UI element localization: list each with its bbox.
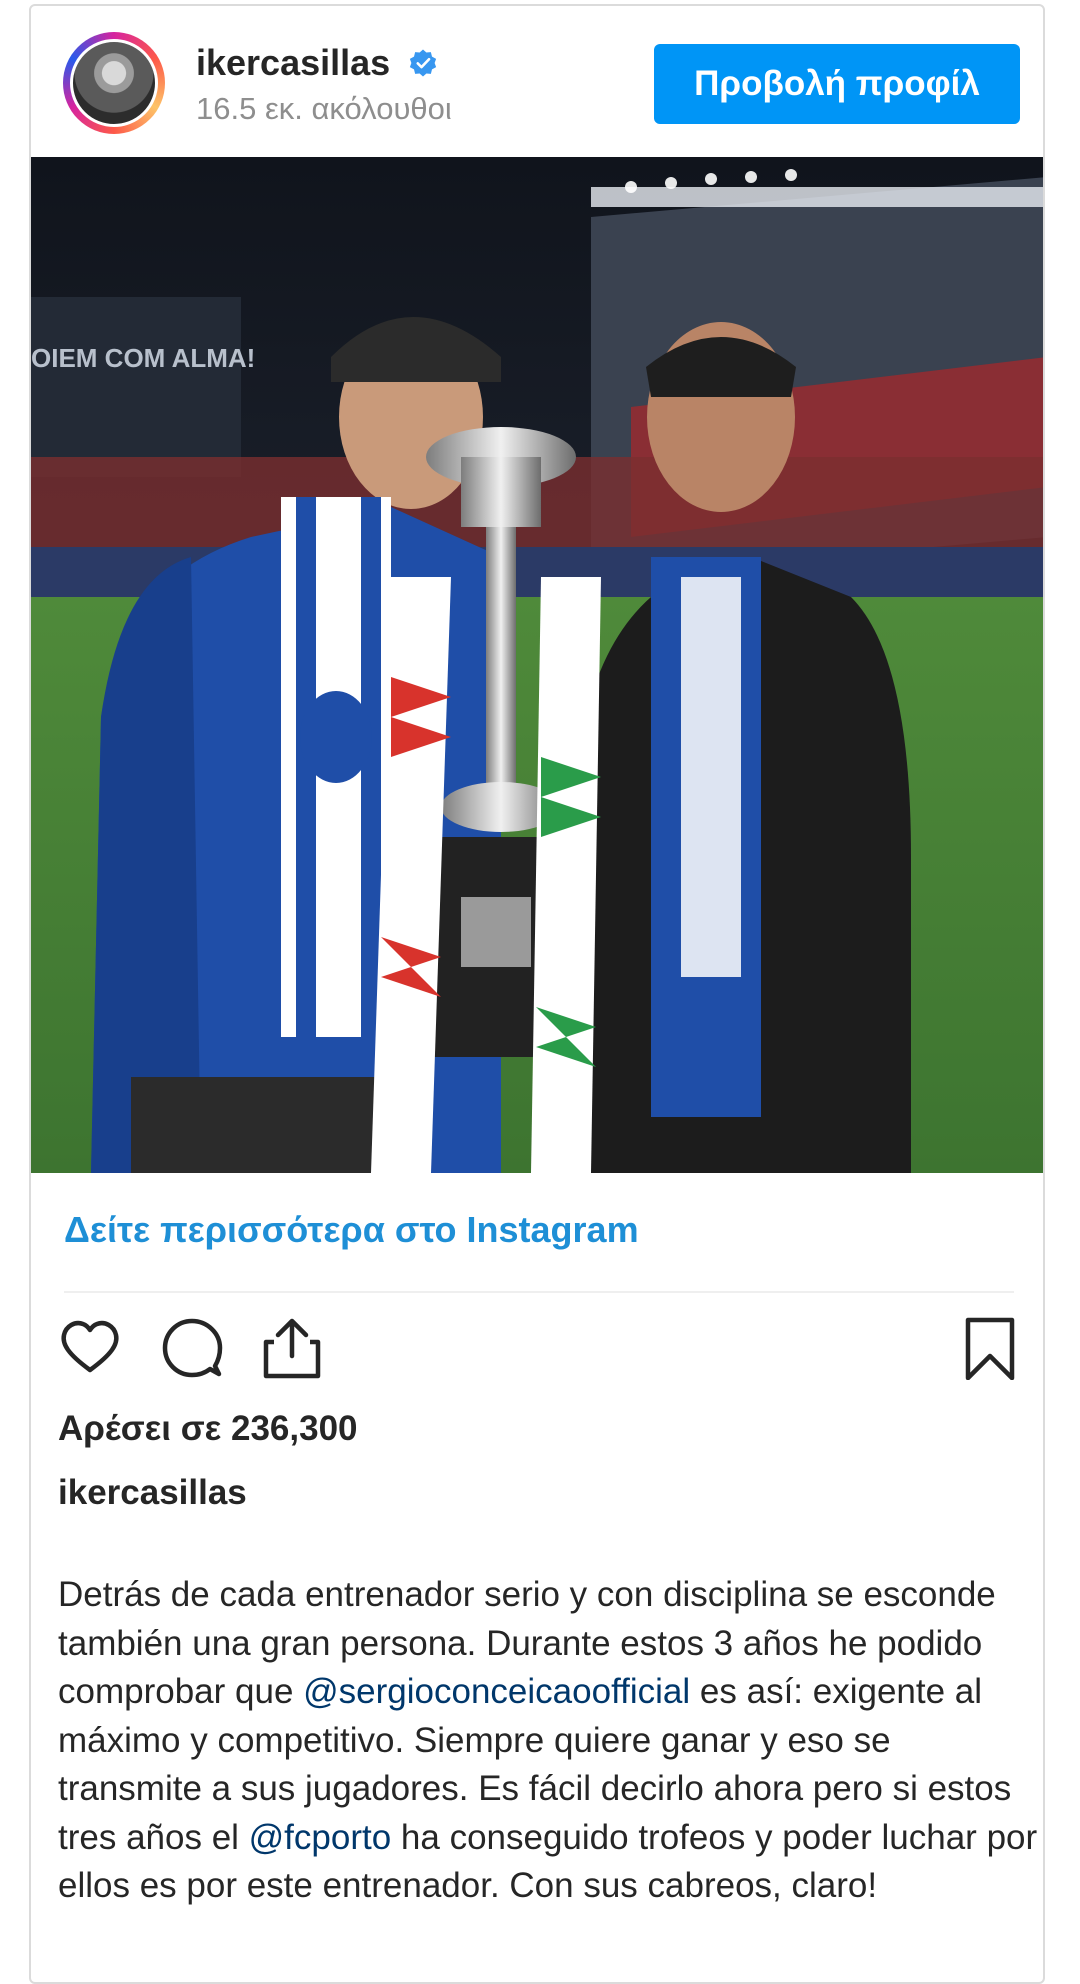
caption-text: Detrás de cada entrenador serio y con di… [58,1571,1038,1911]
instagram-embed-card: ikercasillas 16.5 εκ. ακόλουθοι Προβολή … [29,4,1045,1984]
bookmark-icon[interactable] [958,1316,1022,1380]
heart-icon[interactable] [58,1316,122,1380]
post-header: ikercasillas 16.5 εκ. ακόλουθοι Προβολή … [31,6,1043,157]
mention-fcporto[interactable]: @fcporto [249,1818,392,1857]
follower-count: 16.5 εκ. ακόλουθοι [196,91,452,126]
post-photo[interactable]: OIEM COM ALMA! [31,157,1043,1173]
likes-count[interactable]: Αρέσει σε 236,300 [58,1409,358,1449]
avatar-story-ring[interactable] [63,32,165,134]
avatar[interactable] [70,39,158,127]
mention-sergioconceicaoofficial[interactable]: @sergioconceicaoofficial [303,1672,690,1711]
action-bar [31,1316,1043,1380]
view-profile-button[interactable]: Προβολή προφίλ [654,44,1020,124]
caption-username[interactable]: ikercasillas [58,1473,247,1513]
post-image: OIEM COM ALMA! [31,157,1043,1173]
header-username[interactable]: ikercasillas [196,42,390,84]
share-icon[interactable] [260,1316,324,1380]
see-more-instagram-link[interactable]: Δείτε περισσότερα στο Instagram [64,1209,639,1251]
comment-bubble-icon[interactable] [160,1316,224,1380]
stadium-banner-text: OIEM COM ALMA! [31,343,255,373]
divider [64,1291,1014,1293]
verified-badge-icon [409,49,437,77]
